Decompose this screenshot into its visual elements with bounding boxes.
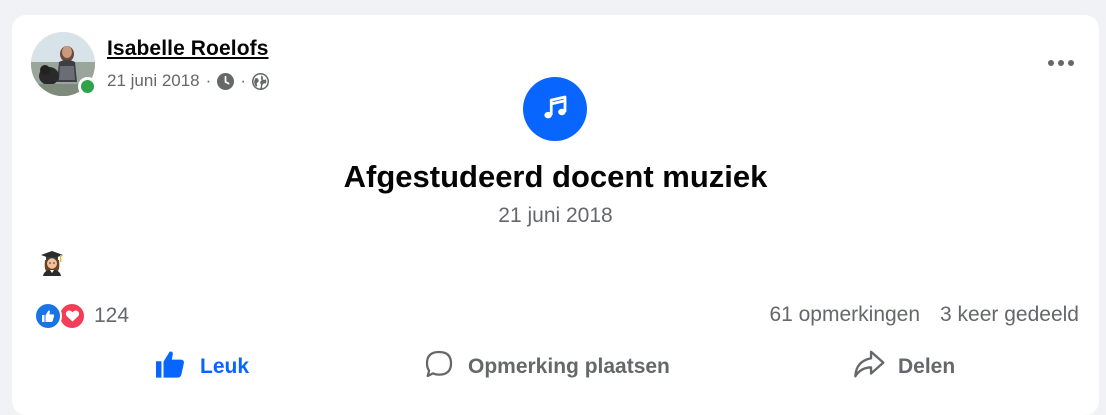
author-avatar[interactable]	[31, 32, 97, 96]
engagement-counts: 61 opmerkingen 3 keer gedeeld	[769, 303, 1079, 327]
post-meta: 21 juni 2018 · ·	[107, 71, 269, 91]
life-event-badge	[523, 77, 587, 141]
author-name[interactable]: Isabelle Roelofs	[107, 37, 269, 61]
clock-icon[interactable]	[217, 72, 235, 90]
more-horizontal-icon	[1047, 54, 1075, 72]
share-button-label: Delen	[898, 355, 956, 378]
music-note-icon	[540, 92, 570, 127]
action-bar: Leuk Opmerking plaatsen Delen	[12, 345, 1099, 389]
comment-bubble-icon	[422, 348, 456, 386]
comment-button-label: Opmerking plaatsen	[468, 355, 670, 378]
comment-button[interactable]: Opmerking plaatsen	[422, 345, 670, 389]
comments-count-link[interactable]: 61 opmerkingen	[769, 303, 920, 327]
like-button[interactable]: Leuk	[154, 345, 249, 389]
meta-separator: ·	[205, 71, 212, 90]
love-reaction-icon	[58, 302, 86, 330]
share-button[interactable]: Delen	[852, 345, 955, 389]
post-card: Isabelle Roelofs 21 juni 2018 · · Afgest…	[12, 15, 1099, 415]
share-arrow-icon	[852, 349, 886, 385]
shares-count-link[interactable]: 3 keer gedeeld	[940, 303, 1079, 327]
globe-icon[interactable]	[251, 72, 269, 90]
like-reaction-icon	[34, 302, 62, 330]
life-event-date: 21 juni 2018	[498, 204, 613, 227]
thumbs-up-icon	[154, 349, 188, 385]
reactions-count: 124	[94, 304, 130, 327]
life-event-title: Afgestudeerd docent muziek	[343, 159, 768, 194]
like-button-label: Leuk	[200, 355, 250, 378]
online-status-dot	[78, 77, 97, 96]
woman-graduate-emoji	[40, 250, 64, 276]
meta-separator: ·	[240, 71, 246, 90]
reactions-summary[interactable]: 124	[34, 302, 129, 330]
post-date[interactable]: 21 juni 2018	[107, 71, 200, 91]
more-options-button[interactable]	[1043, 51, 1079, 75]
